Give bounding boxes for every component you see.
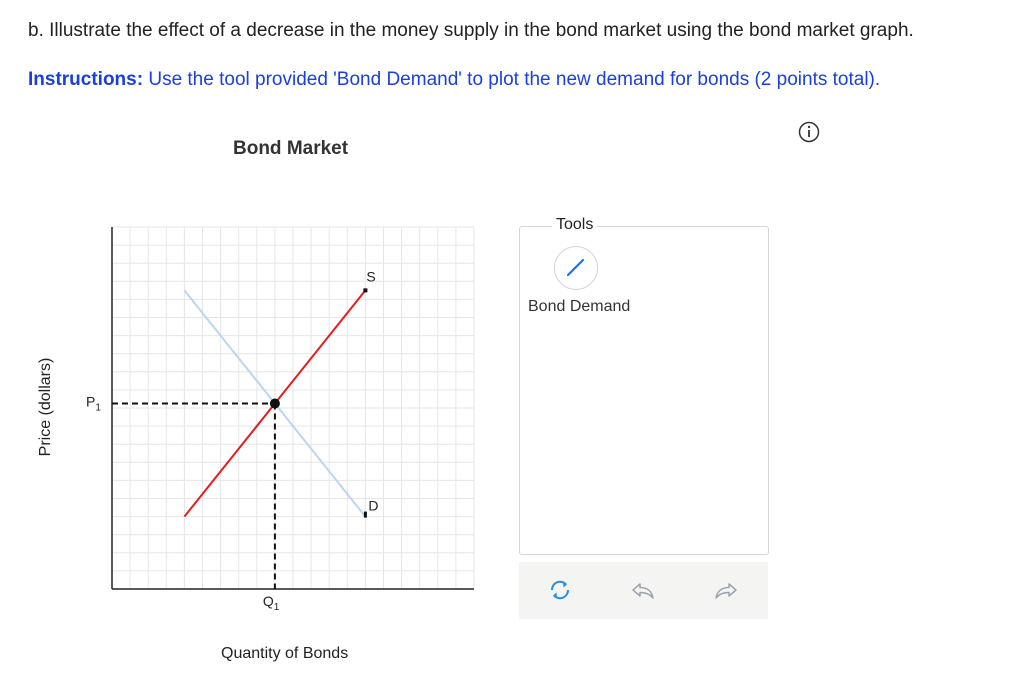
bond-demand-tool-label: Bond Demand [528, 298, 631, 315]
tools-legend: Tools [552, 216, 598, 234]
chart-series[interactable] [183, 288, 368, 518]
chart-grid [112, 226, 475, 589]
redo-icon[interactable] [712, 576, 740, 604]
demand-endpoint-handle[interactable] [363, 511, 367, 518]
demand-curve-label: D [368, 498, 378, 514]
bond-demand-tool-button[interactable] [554, 246, 598, 290]
supply-curve-label: S [366, 268, 375, 284]
reset-icon[interactable] [546, 576, 574, 604]
equilibrium-point[interactable] [269, 398, 280, 409]
supply-endpoint-handle[interactable] [363, 288, 368, 293]
quantity-tick-subscript: 1 [274, 602, 280, 613]
undo-icon[interactable] [629, 576, 657, 604]
bond-market-chart[interactable]: S D P1 Q1 [0, 0, 1024, 683]
equilibrium-guides [112, 402, 276, 589]
graph-toolbar [519, 562, 768, 619]
quantity-tick-label: Q1 [263, 593, 280, 613]
price-tick-subscript: 1 [95, 402, 101, 413]
price-tick-label: P1 [86, 393, 101, 413]
line-tool-icon [566, 258, 585, 277]
